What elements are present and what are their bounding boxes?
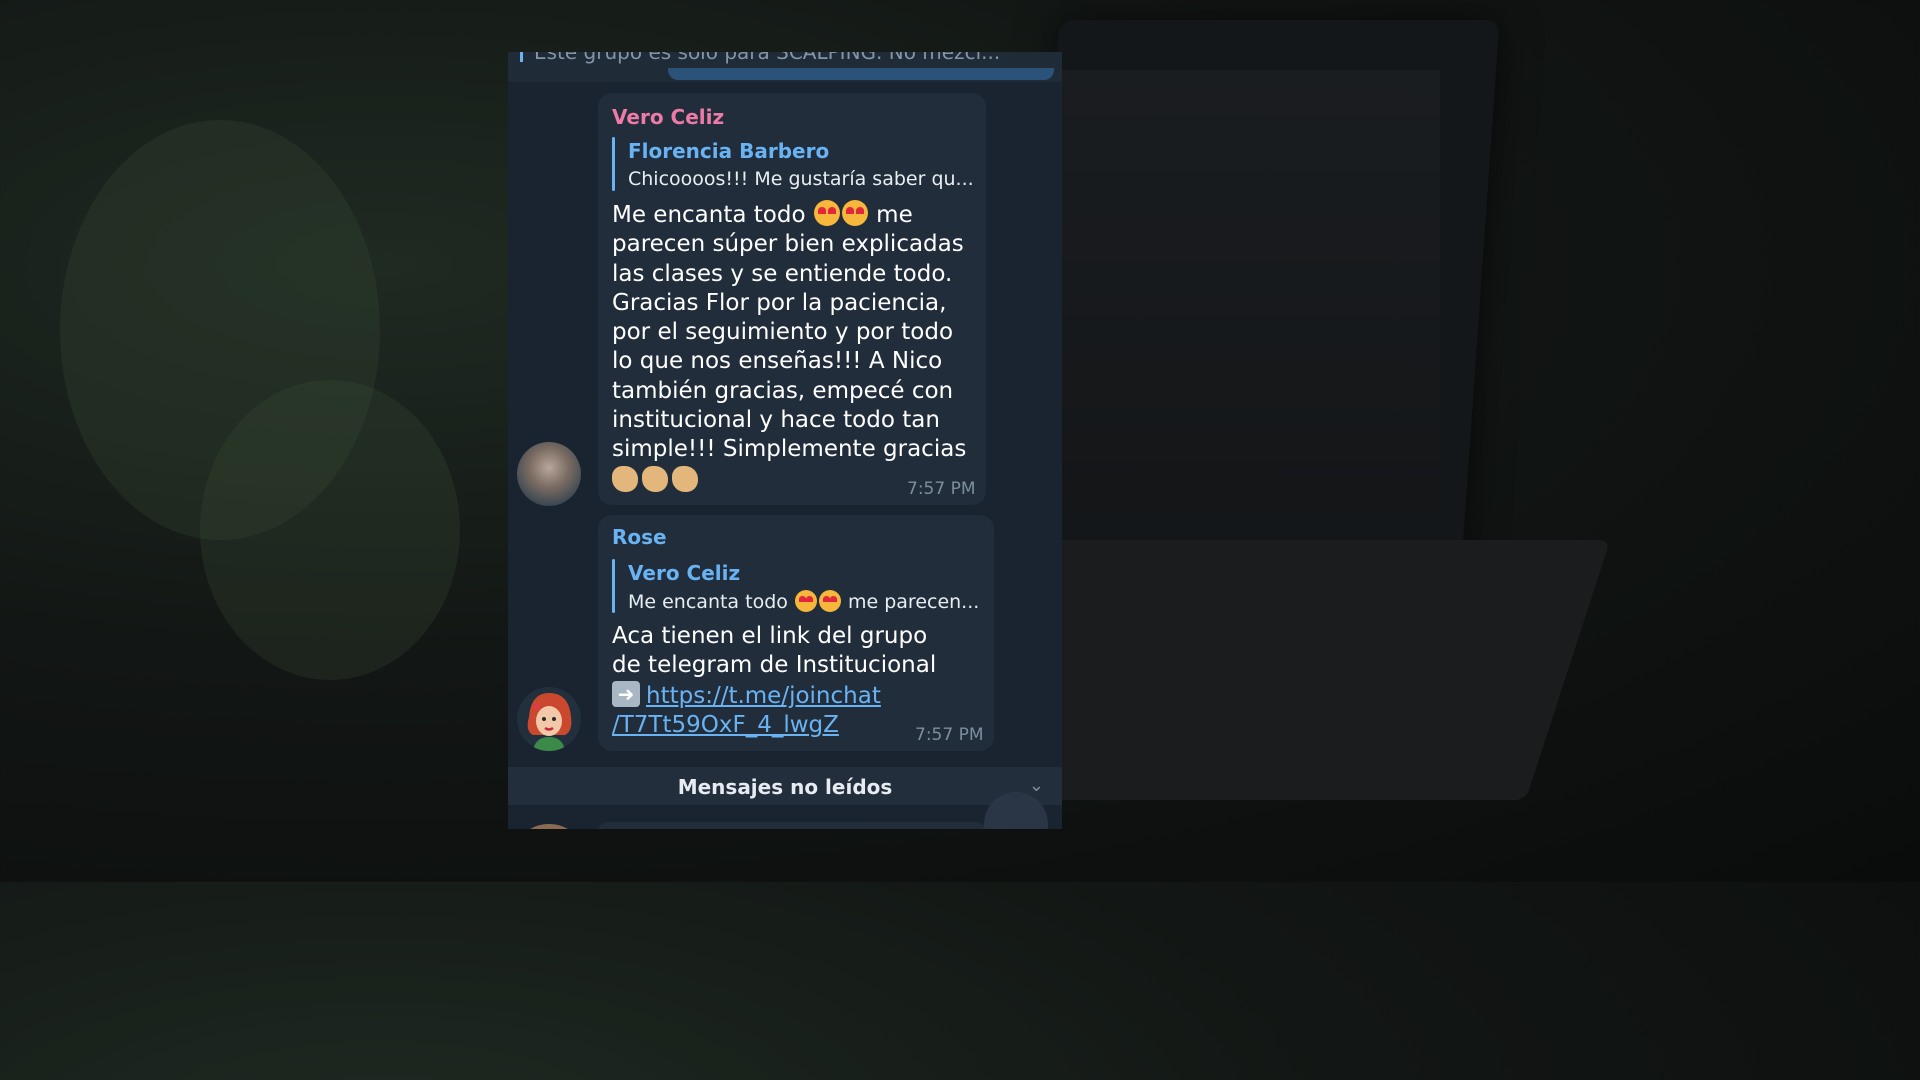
reply-preview-text: Me encanta todo me parecen...: [628, 590, 979, 613]
message-line: parecen súper bien explicadas: [612, 231, 964, 258]
message-line: las clases y se entiende todo.: [612, 260, 953, 287]
message-bubble[interactable]: Vero Celiz Florencia Barbero Chicoooos!!…: [598, 93, 986, 505]
unread-banner-label: Mensajes no leídos: [677, 775, 893, 799]
heart-eyes-emoji-icon: [813, 200, 840, 226]
heart-eyes-emoji-icon: [841, 200, 868, 226]
heart-eyes-emoji-icon: [794, 590, 817, 612]
reply-bar: [612, 137, 615, 191]
message-line: institucional y hace todo tan: [612, 407, 940, 434]
chevron-down-icon: ⌄: [1004, 816, 1026, 829]
message-text: Aca tienen el link del grupo de telegram…: [612, 622, 936, 740]
message-line: por el seguimiento y por todo: [612, 319, 954, 346]
message-text: Me encanta todo me parecen súper bien ex…: [612, 200, 966, 494]
reply-sender-name: Vero Celiz: [628, 561, 741, 585]
pinned-text: Este grupo es solo para SCALPING. No mez…: [534, 52, 1001, 64]
reply-preview-text-end: me parecen...: [847, 591, 980, 613]
message-bubble[interactable]: [598, 822, 986, 829]
message-line: Gracias Flor por la paciencia,: [612, 289, 947, 316]
chat-window[interactable]: Este grupo es solo para SCALPING. No mez…: [508, 52, 1062, 829]
message-time: 7:57 PM: [915, 725, 984, 745]
avatar[interactable]: [517, 442, 581, 506]
avatar[interactable]: [524, 824, 574, 829]
message-bubble[interactable]: Rose Vero Celiz Me encanta todo me parec…: [598, 515, 994, 751]
invite-link[interactable]: https://t.me/joinchat: [646, 683, 881, 709]
message-line: Me encanta todo: [612, 202, 806, 228]
reply-preview-text-start: Me encanta todo: [628, 591, 788, 613]
invite-link[interactable]: /T7Tt59OxF_4_lwgZ: [612, 712, 839, 738]
avatar-illustration-icon: [517, 687, 581, 751]
clapping-hands-emoji-icon: [642, 465, 668, 492]
message-line: lo que nos enseñas!!! A Nico: [612, 348, 943, 375]
clapping-hands-emoji-icon: [612, 465, 638, 492]
background-foliage: [200, 380, 460, 680]
heart-eyes-emoji-icon: [818, 590, 841, 612]
background-laptop-screen: [1060, 70, 1440, 510]
message-line: también gracias, empecé con: [612, 377, 954, 404]
clapping-hands-emoji-icon: [672, 465, 698, 492]
message-time: 7:57 PM: [907, 479, 976, 499]
message-line: Aca tienen el link del grupo: [612, 623, 928, 649]
reply-sender-name: Florencia Barbero: [628, 139, 830, 163]
reply-bar: [612, 559, 615, 613]
reply-preview-text: Chicoooos!!! Me gustaría saber qu...: [628, 168, 974, 190]
avatar[interactable]: [517, 687, 581, 751]
message-line: de telegram de Institucional: [612, 652, 937, 679]
chevron-down-icon[interactable]: ⌄: [1029, 775, 1044, 796]
sender-name[interactable]: Vero Celiz: [612, 105, 724, 129]
previous-message-bubble: [668, 68, 1054, 80]
sender-name[interactable]: Rose: [612, 525, 667, 549]
message-line: me: [876, 202, 913, 228]
pinned-indicator: [520, 52, 523, 62]
unread-messages-banner: Mensajes no leídos ⌄: [508, 767, 1062, 805]
right-arrow-emoji-icon: ➜: [612, 680, 640, 707]
message-line: simple!!! Simplemente gracias: [612, 436, 967, 463]
